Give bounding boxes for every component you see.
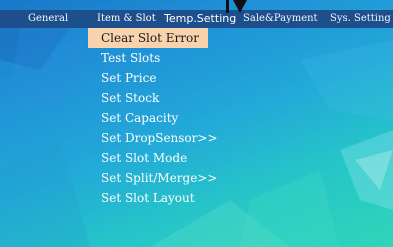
dropdown-item-clear-slot-error[interactable]: Clear Slot Error [88, 28, 208, 48]
dropdown-item-set-capacity[interactable]: Set Capacity [88, 108, 218, 128]
menu-sys-setting[interactable]: Sys. Setting [330, 10, 391, 28]
pointer-line [226, 0, 229, 13]
dropdown-item-set-price[interactable]: Set Price [88, 68, 218, 88]
dropdown-item-set-stock[interactable]: Set Stock [88, 88, 218, 108]
dropdown-item-set-split-merge[interactable]: Set Split/Merge>> [88, 168, 218, 188]
down-arrow-icon [233, 0, 247, 13]
menu-sale-payment[interactable]: Sale&Payment [243, 10, 318, 28]
top-menu-bar: General Item & Slot Temp.Setting Sale&Pa… [0, 10, 393, 28]
dropdown-item-set-dropsensor[interactable]: Set DropSensor>> [88, 128, 218, 148]
dropdown-item-set-slot-mode[interactable]: Set Slot Mode [88, 148, 218, 168]
menu-general[interactable]: General [28, 10, 68, 28]
dropdown-item-set-slot-layout[interactable]: Set Slot Layout [88, 188, 218, 208]
menu-item-and-slot[interactable]: Item & Slot [97, 10, 156, 28]
vending-settings-screen: General Item & Slot Temp.Setting Sale&Pa… [0, 0, 393, 247]
dropdown-item-test-slots[interactable]: Test Slots [88, 48, 218, 68]
item-slot-dropdown-menu: Clear Slot Error Test Slots Set Price Se… [88, 28, 218, 208]
